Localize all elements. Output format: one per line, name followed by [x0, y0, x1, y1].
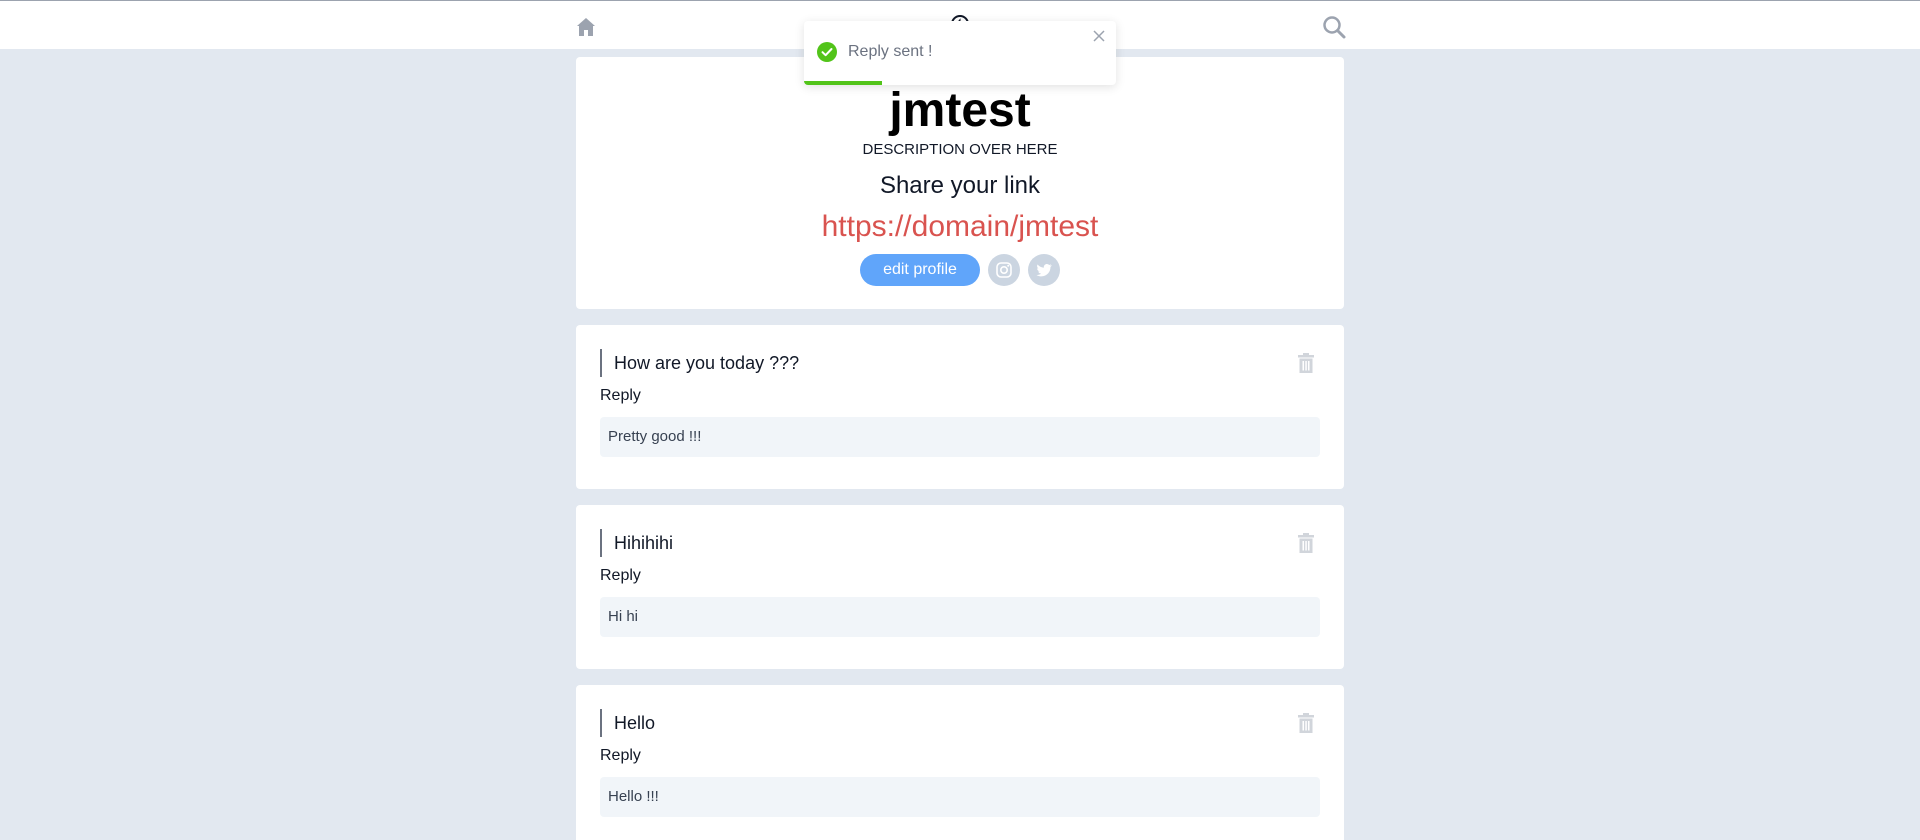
profile-card: jmtest DESCRIPTION OVER HERE Share your … — [576, 57, 1344, 309]
reply-label: Reply — [600, 567, 641, 584]
home-icon[interactable] — [574, 15, 598, 39]
instagram-icon[interactable] — [987, 254, 1020, 286]
reply-field[interactable]: Hello !!! — [600, 777, 1320, 817]
reply-label: Reply — [600, 387, 641, 404]
message-question: Hihihihi — [600, 529, 673, 557]
search-icon[interactable] — [1321, 14, 1347, 40]
reply-field[interactable]: Hi hi — [600, 597, 1320, 637]
share-title: Share your link — [879, 172, 1041, 199]
twitter-icon[interactable] — [1027, 254, 1060, 286]
edit-profile-button[interactable]: edit profile — [860, 254, 980, 286]
toast-message: Reply sent ! — [848, 43, 933, 60]
toast-notification: Reply sent ! — [804, 21, 1116, 85]
message-question: How are you today ??? — [600, 349, 799, 377]
message-card: Hello Reply Hello !!! — [576, 685, 1344, 840]
message-card: Hihihihi Reply Hi hi — [576, 505, 1344, 669]
reply-label: Reply — [600, 747, 641, 764]
trash-icon[interactable] — [1297, 533, 1315, 553]
close-icon[interactable] — [1092, 29, 1106, 43]
message-question: Hello — [600, 709, 655, 737]
profile-name: jmtest — [889, 84, 1031, 137]
trash-icon[interactable] — [1297, 713, 1315, 733]
check-circle-icon — [817, 42, 837, 62]
profile-actions: edit profile — [576, 253, 1344, 287]
reply-field[interactable]: Pretty good !!! — [600, 417, 1320, 457]
profile-description: DESCRIPTION OVER HERE — [862, 141, 1058, 158]
trash-icon[interactable] — [1297, 353, 1315, 373]
share-link[interactable]: https://domain/jmtest — [576, 208, 1344, 246]
toast-progress-bar — [804, 81, 882, 85]
message-card: How are you today ??? Reply Pretty good … — [576, 325, 1344, 489]
